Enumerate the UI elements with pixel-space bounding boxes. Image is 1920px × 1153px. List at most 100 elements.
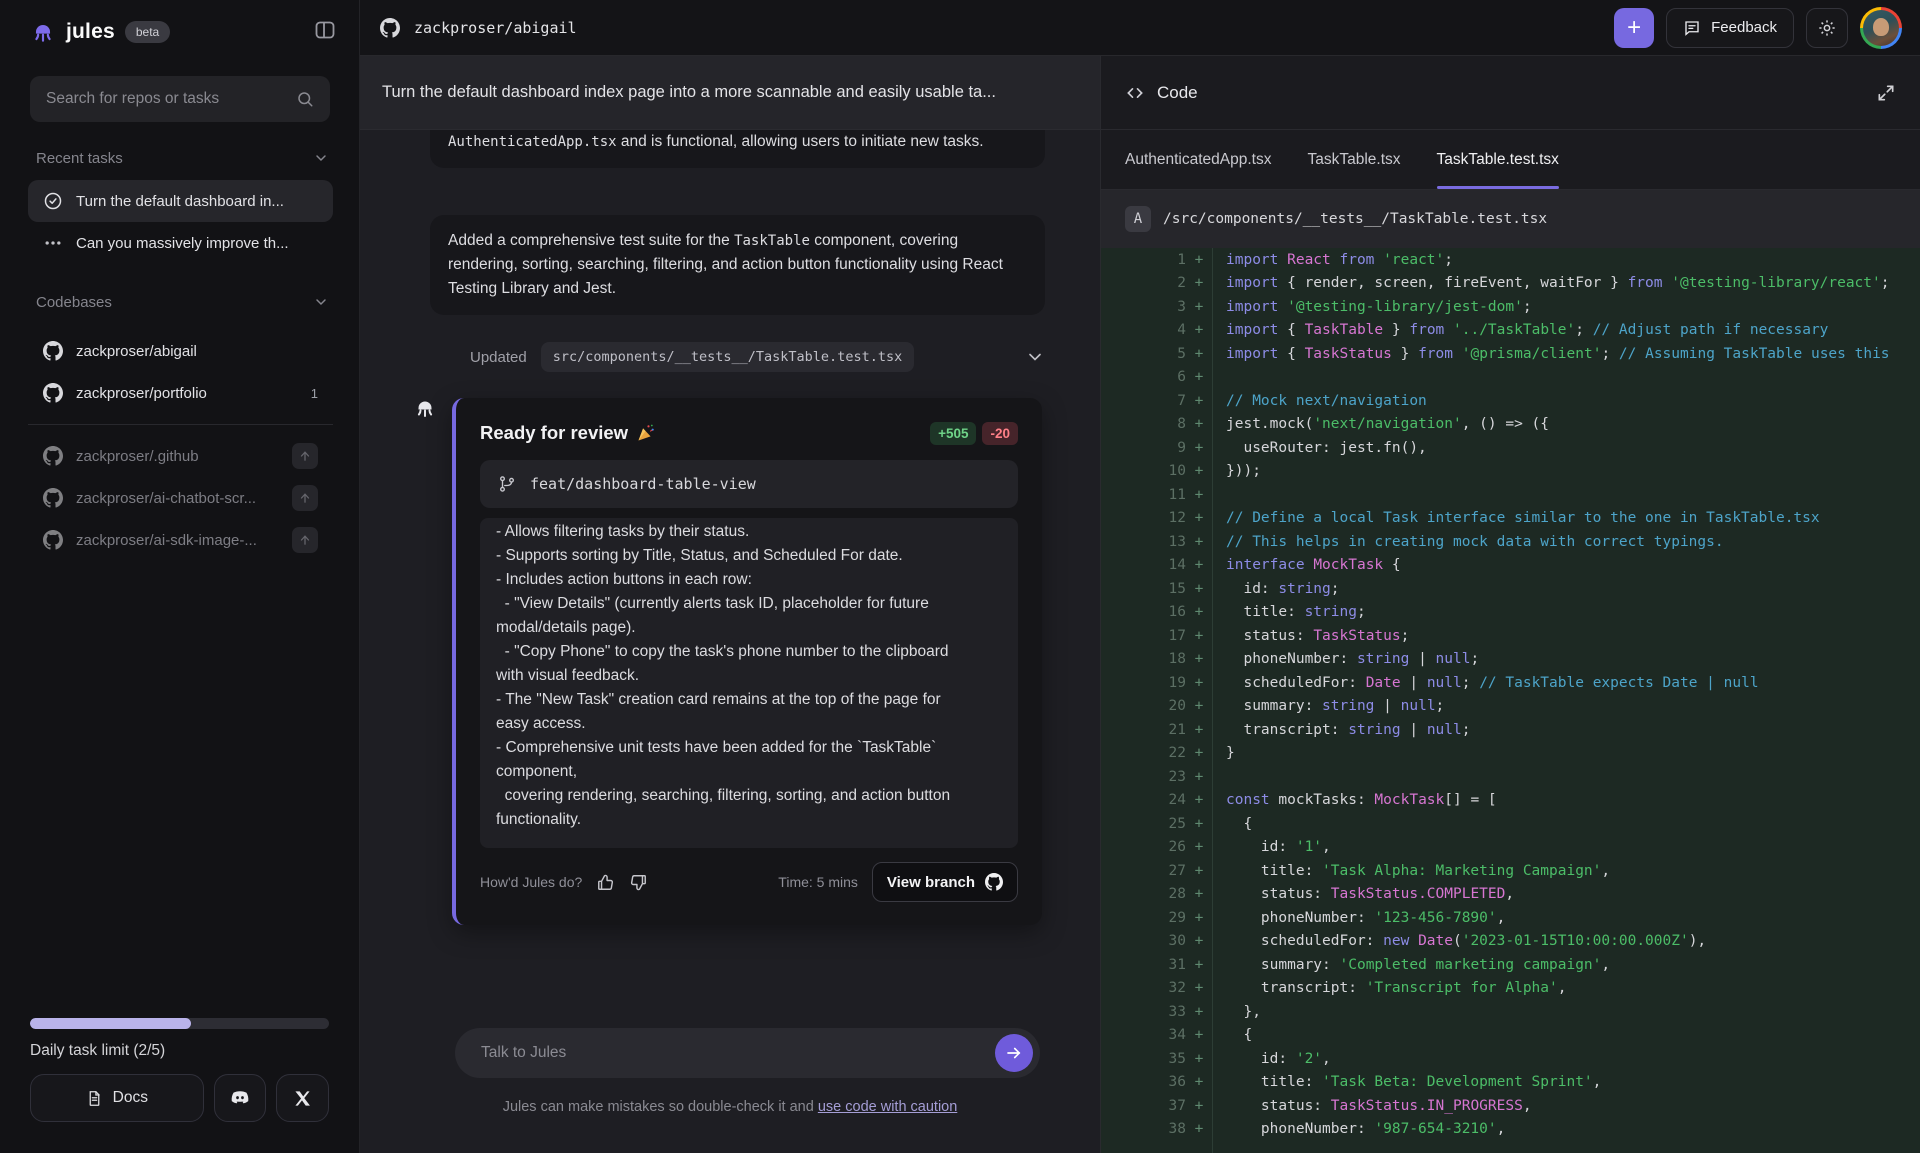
updated-label: Updated bbox=[470, 349, 527, 366]
line-number: 15 bbox=[1101, 581, 1186, 597]
code-text: import { TaskTable } from '../TaskTable'… bbox=[1226, 322, 1828, 338]
settings-button[interactable] bbox=[1806, 8, 1848, 48]
use-code-with-caution-link[interactable]: use code with caution bbox=[818, 1099, 957, 1115]
line-number: 2 bbox=[1101, 275, 1186, 291]
code-text: title: string; bbox=[1226, 604, 1366, 620]
review-summary-line: with visual feedback. bbox=[496, 664, 1002, 688]
code-line: 11+ bbox=[1101, 483, 1920, 507]
line-number: 31 bbox=[1101, 957, 1186, 973]
docs-button[interactable]: Docs bbox=[30, 1074, 204, 1122]
line-number: 28 bbox=[1101, 886, 1186, 902]
code-line: 3+import '@testing-library/jest-dom'; bbox=[1101, 295, 1920, 319]
code-diff-view[interactable]: 1+import React from 'react';2+import { r… bbox=[1101, 248, 1920, 1153]
review-summary-line: easy access. bbox=[496, 712, 1002, 736]
discord-button[interactable] bbox=[214, 1074, 267, 1122]
discord-icon bbox=[229, 1087, 251, 1109]
avatar-photo bbox=[1863, 10, 1899, 46]
chevron-down-icon[interactable] bbox=[1025, 347, 1045, 367]
code-text: // Mock next/navigation bbox=[1226, 393, 1427, 409]
review-summary[interactable]: - Allows filtering tasks by their status… bbox=[480, 518, 1018, 848]
line-number: 20 bbox=[1101, 698, 1186, 714]
file-tabs: AuthenticatedApp.tsx TaskTable.tsx TaskTab… bbox=[1101, 130, 1920, 190]
sidebar-repo-item[interactable]: zackproser/ai-sdk-image-... bbox=[28, 519, 333, 561]
line-number: 23 bbox=[1101, 769, 1186, 785]
new-task-button[interactable]: + bbox=[1614, 8, 1654, 48]
diff-added-marker: + bbox=[1186, 346, 1212, 362]
sidebar-repo-item[interactable]: zackproser/.github bbox=[28, 435, 333, 477]
sidebar-task-item[interactable]: Turn the default dashboard in... bbox=[28, 180, 333, 222]
code-line: 22+} bbox=[1101, 742, 1920, 766]
recent-tasks-list: Turn the default dashboard in... Can you … bbox=[28, 180, 333, 264]
upgrade-arrow-button[interactable] bbox=[292, 443, 318, 469]
file-tab[interactable]: TaskTable.tsx bbox=[1308, 130, 1401, 189]
disclaimer-text: Jules can make mistakes so double-check … bbox=[503, 1099, 818, 1115]
line-number: 8 bbox=[1101, 416, 1186, 432]
code-line: 1+import React from 'react'; bbox=[1101, 248, 1920, 272]
file-tab[interactable]: TaskTable.test.tsx bbox=[1437, 130, 1559, 189]
sidebar: jules beta Search for repos or tasks Rec… bbox=[0, 0, 360, 1153]
thumbs-up-icon[interactable] bbox=[596, 873, 615, 892]
review-card-header: Ready for review +505 -20 bbox=[480, 418, 1018, 448]
sidebar-repo-item[interactable]: zackproser/portfolio1 bbox=[28, 372, 333, 414]
repo-name: zackproser/abigail bbox=[414, 19, 577, 37]
chat-input[interactable]: Talk to Jules bbox=[455, 1028, 1040, 1078]
chevron-down-icon[interactable] bbox=[313, 150, 329, 166]
line-number: 7 bbox=[1101, 393, 1186, 409]
view-branch-button[interactable]: View branch bbox=[872, 862, 1018, 902]
diff-added-marker: + bbox=[1186, 698, 1212, 714]
branch-chip[interactable]: feat/dashboard-table-view bbox=[480, 460, 1018, 508]
line-number: 10 bbox=[1101, 463, 1186, 479]
review-summary-line: - Comprehensive unit tests have been add… bbox=[496, 736, 1002, 760]
message-text: AuthenticatedApp.tsx bbox=[448, 134, 617, 150]
code-line: 5+import { TaskStatus } from '@prisma/cl… bbox=[1101, 342, 1920, 366]
upgrade-arrow-button[interactable] bbox=[292, 527, 318, 553]
line-number: 25 bbox=[1101, 816, 1186, 832]
avatar[interactable] bbox=[1860, 7, 1902, 49]
send-button[interactable] bbox=[995, 1034, 1033, 1072]
review-summary-line: - Includes action buttons in each row: bbox=[496, 568, 1002, 592]
branch-name: feat/dashboard-table-view bbox=[530, 475, 756, 493]
sidebar-repo-item[interactable]: zackproser/abigail bbox=[28, 330, 333, 372]
sidebar-task-item[interactable]: Can you massively improve th... bbox=[28, 222, 333, 264]
repo-item-label: zackproser/portfolio bbox=[76, 385, 298, 402]
sidebar-repo-item[interactable]: zackproser/ai-chatbot-scr... bbox=[28, 477, 333, 519]
code-text: phoneNumber: string | null; bbox=[1226, 651, 1479, 667]
sidebar-collapse-icon[interactable] bbox=[311, 16, 339, 44]
app-name: jules bbox=[66, 20, 115, 44]
chevron-down-icon[interactable] bbox=[313, 294, 329, 310]
ready-for-review-card: Ready for review +505 -20 bbox=[452, 398, 1042, 925]
ellipsis-icon bbox=[43, 233, 63, 253]
diff-added-marker: + bbox=[1186, 769, 1212, 785]
diff-added-marker: + bbox=[1186, 252, 1212, 268]
upgrade-arrow-button[interactable] bbox=[292, 485, 318, 511]
line-number: 36 bbox=[1101, 1074, 1186, 1090]
line-number: 18 bbox=[1101, 651, 1186, 667]
code-line: 34+ { bbox=[1101, 1024, 1920, 1048]
topbar: zackproser/abigail + Feedback bbox=[360, 0, 1920, 56]
code-line: 19+ scheduledFor: Date | null; // TaskTa… bbox=[1101, 671, 1920, 695]
file-tab[interactable]: AuthenticatedApp.tsx bbox=[1125, 130, 1272, 189]
feedback-button[interactable]: Feedback bbox=[1666, 8, 1794, 48]
diff-added-marker: + bbox=[1186, 675, 1212, 691]
expand-icon[interactable] bbox=[1876, 83, 1896, 103]
diff-added-marker: + bbox=[1186, 722, 1212, 738]
feedback-button-label: Feedback bbox=[1711, 19, 1777, 36]
code-text: import { render, screen, fireEvent, wait… bbox=[1226, 275, 1889, 291]
updated-file-chip[interactable]: src/components/__tests__/TaskTable.test.… bbox=[541, 342, 915, 372]
divider bbox=[28, 424, 333, 425]
x-twitter-button[interactable] bbox=[276, 1074, 329, 1122]
time-label: Time: 5 mins bbox=[778, 874, 858, 890]
code-text: import React from 'react'; bbox=[1226, 252, 1453, 268]
diff-added-marker: + bbox=[1186, 369, 1212, 385]
code-line: 30+ scheduledFor: new Date('2023-01-15T1… bbox=[1101, 930, 1920, 954]
code-text: const mockTasks: MockTask[] = [ bbox=[1226, 792, 1497, 808]
diff-added-marker: + bbox=[1186, 510, 1212, 526]
codebases-list: zackproser/abigailzackproser/portfolio1 bbox=[28, 330, 333, 414]
diff-added-marker: + bbox=[1186, 275, 1212, 291]
task-item-label: Can you massively improve th... bbox=[76, 235, 318, 252]
search-input[interactable]: Search for repos or tasks bbox=[30, 76, 330, 122]
code-line: 27+ title: 'Task Alpha: Marketing Campai… bbox=[1101, 859, 1920, 883]
task-title-bar[interactable]: Turn the default dashboard index page in… bbox=[360, 56, 1100, 130]
sidebar-footer: Daily task limit (2/5) Docs bbox=[30, 1018, 329, 1153]
thumbs-down-icon[interactable] bbox=[629, 873, 648, 892]
